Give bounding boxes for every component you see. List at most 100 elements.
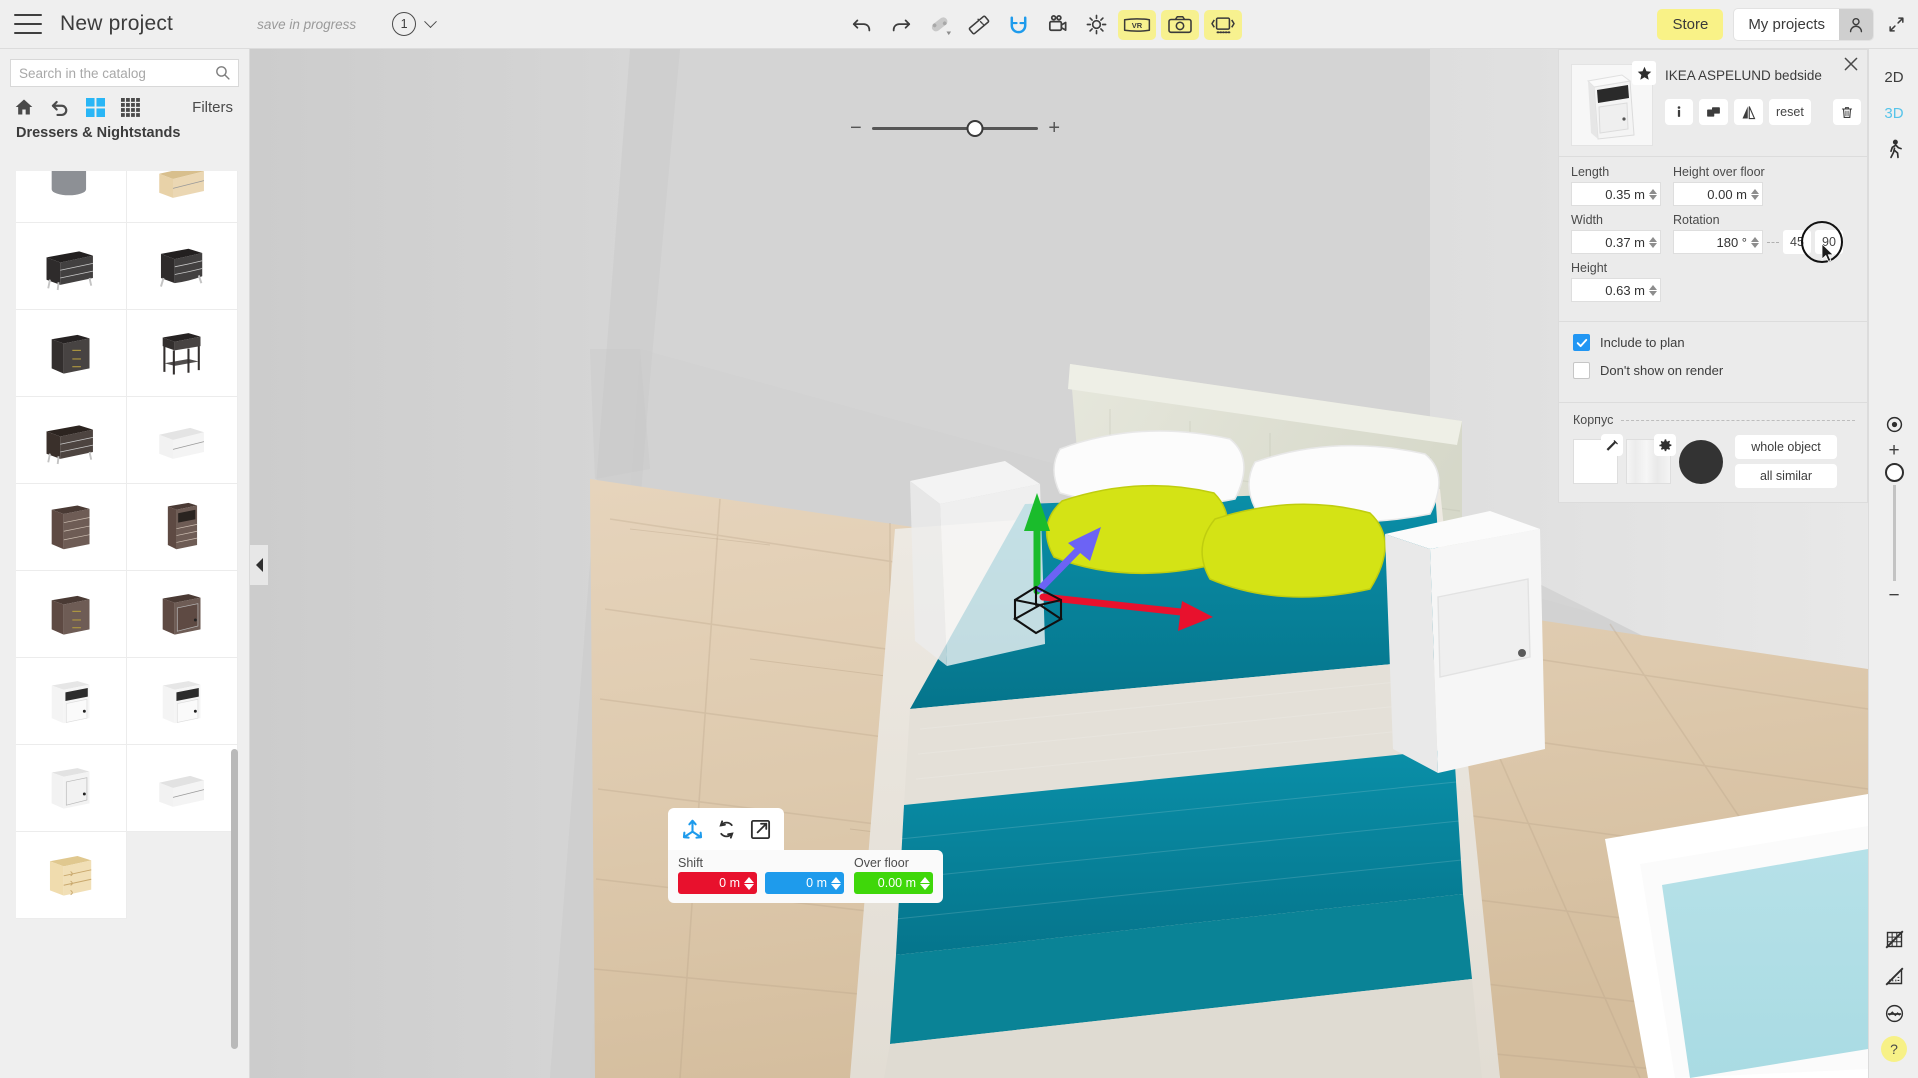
star-icon[interactable] xyxy=(1632,61,1656,85)
catalog-grid-scroll[interactable] xyxy=(16,171,238,1078)
hide-ceiling-icon[interactable] xyxy=(1869,999,1918,1027)
slider-track[interactable] xyxy=(871,119,1039,137)
catalog-large-grid[interactable] xyxy=(86,97,105,117)
expand-diagonal-icon[interactable] xyxy=(1874,15,1918,34)
over-floor-input[interactable]: 0.00 m xyxy=(854,872,933,894)
catalog-panel: Filters Dressers & Nightstands xyxy=(0,49,250,1078)
shift-y-stepper[interactable] xyxy=(831,876,841,890)
walking-person-icon[interactable] xyxy=(1869,131,1918,167)
magnet-tool[interactable] xyxy=(1001,8,1035,42)
reset-action[interactable]: reset xyxy=(1769,99,1811,125)
rotate-mode[interactable] xyxy=(712,815,740,843)
height-over-floor-input[interactable]: 0.00 m xyxy=(1673,182,1763,206)
delete-action[interactable] xyxy=(1832,99,1861,125)
floor-selector[interactable]: 1 xyxy=(392,12,438,36)
collapse-left-arrow-icon[interactable] xyxy=(250,545,268,585)
hamburger-menu-icon[interactable] xyxy=(14,14,42,34)
resize-mode[interactable] xyxy=(746,815,774,843)
length-input[interactable]: 0.35 m xyxy=(1571,182,1661,206)
catalog-small-grid[interactable] xyxy=(121,97,140,117)
catalog-back[interactable] xyxy=(50,97,70,117)
rotation-input[interactable]: 180 ° xyxy=(1673,230,1763,254)
dimension-row: Width 0.37 m Rotation 180 ° 45 90 xyxy=(1571,213,1855,263)
slider-minus[interactable]: − xyxy=(850,118,862,138)
item-white-nightstand-dr[interactable] xyxy=(16,745,127,832)
height-input[interactable]: 0.63 m xyxy=(1571,278,1661,302)
hide-grid-icon[interactable] xyxy=(1869,925,1918,953)
panorama-tool[interactable] xyxy=(1204,9,1242,40)
dont-show-on-render-checkbox[interactable]: Don't show on render xyxy=(1573,362,1855,379)
vr-tool[interactable]: VR xyxy=(1118,9,1156,40)
my-projects-button[interactable]: My projects xyxy=(1733,8,1874,41)
item-dark-side-table-legs[interactable] xyxy=(127,310,238,397)
item-brown-nightstand-3dr[interactable] xyxy=(16,571,127,658)
help-button[interactable]: ? xyxy=(1881,1036,1907,1062)
item-brown-narrow-chest[interactable] xyxy=(127,484,238,571)
width-stepper[interactable] xyxy=(1649,236,1657,248)
eyedropper-icon[interactable] xyxy=(1601,434,1623,456)
zoom-in-button[interactable]: + xyxy=(1869,439,1918,463)
item-white-nightstand-2dr[interactable] xyxy=(127,745,238,832)
ruler-tool[interactable] xyxy=(962,8,996,42)
rotate-90-button[interactable]: 90 xyxy=(1815,230,1843,254)
eraser-tool[interactable] xyxy=(923,8,957,42)
item-black-dresser-3dr[interactable] xyxy=(16,223,127,310)
zoom-track[interactable] xyxy=(1892,485,1896,581)
center-view-icon[interactable] xyxy=(1869,409,1918,439)
width-input[interactable]: 0.37 m xyxy=(1571,230,1661,254)
close-icon[interactable] xyxy=(1843,56,1859,77)
all-similar-button[interactable]: all similar xyxy=(1735,464,1837,488)
rotate-45-button[interactable]: 45 xyxy=(1783,230,1811,254)
include-to-plan-checkbox[interactable]: Include to plan xyxy=(1573,334,1855,351)
slider-knob[interactable] xyxy=(966,119,984,137)
height-over-floor-stepper[interactable] xyxy=(1751,188,1759,200)
circle-color-swatch[interactable] xyxy=(1679,439,1723,484)
redo-tool[interactable] xyxy=(884,8,918,42)
item-brown-cabinet-door[interactable] xyxy=(127,571,238,658)
user-avatar-icon[interactable] xyxy=(1839,9,1873,40)
item-white-low-cabinet[interactable] xyxy=(127,397,238,484)
scene-zoom-slider[interactable]: − + xyxy=(850,113,1060,143)
slider-plus[interactable]: + xyxy=(1048,118,1060,138)
search-input[interactable] xyxy=(10,59,239,87)
item-birch-3drawer-chest[interactable] xyxy=(16,832,127,919)
whole-object-button[interactable]: whole object xyxy=(1735,435,1837,459)
gear-icon[interactable] xyxy=(1654,434,1676,456)
shift-y-input[interactable]: 0 m xyxy=(765,872,844,894)
clone-action[interactable] xyxy=(1699,99,1728,125)
store-button[interactable]: Store xyxy=(1657,9,1724,40)
catalog-home[interactable] xyxy=(14,97,34,117)
length-stepper[interactable] xyxy=(1649,188,1657,200)
photo-tool[interactable] xyxy=(1161,9,1199,40)
length-field: Length 0.35 m xyxy=(1571,165,1661,206)
height-stepper[interactable] xyxy=(1649,284,1657,296)
hide-measurements-icon[interactable] xyxy=(1869,962,1918,990)
item-white-aspelund-left[interactable] xyxy=(16,658,127,745)
over-floor-stepper[interactable] xyxy=(920,876,930,890)
item-dark-nightstand-drw[interactable] xyxy=(16,310,127,397)
zoom-out-button[interactable]: − xyxy=(1869,584,1918,608)
move-mode[interactable] xyxy=(678,815,706,843)
item-white-aspelund-right[interactable] xyxy=(127,658,238,745)
lighting-tool[interactable] xyxy=(1079,8,1113,42)
item-beech-low-drawer[interactable] xyxy=(127,171,238,223)
item-espresso-dresser[interactable] xyxy=(16,397,127,484)
texture-swatch[interactable] xyxy=(1626,434,1676,484)
mirror-action[interactable] xyxy=(1734,99,1763,125)
shift-x-input[interactable]: 0 m xyxy=(678,872,757,894)
view-3d-button[interactable]: 3D xyxy=(1869,95,1918,131)
info-action[interactable] xyxy=(1665,99,1693,125)
catalog-scrollbar[interactable] xyxy=(231,749,238,1049)
color-swatch[interactable] xyxy=(1573,434,1623,484)
object-thumbnail[interactable] xyxy=(1571,61,1656,146)
rotation-stepper[interactable] xyxy=(1751,236,1759,248)
filters-button[interactable]: Filters xyxy=(192,99,237,116)
video-tool[interactable] xyxy=(1040,8,1074,42)
shift-x-stepper[interactable] xyxy=(744,876,754,890)
view-2d-button[interactable]: 2D xyxy=(1869,59,1918,95)
item-black-bombe-chest[interactable] xyxy=(127,223,238,310)
undo-tool[interactable] xyxy=(845,8,879,42)
zoom-knob-icon[interactable] xyxy=(1884,463,1904,482)
item-brown-tall-chest[interactable] xyxy=(16,484,127,571)
item-grey-cylinder-stand[interactable] xyxy=(16,171,127,223)
